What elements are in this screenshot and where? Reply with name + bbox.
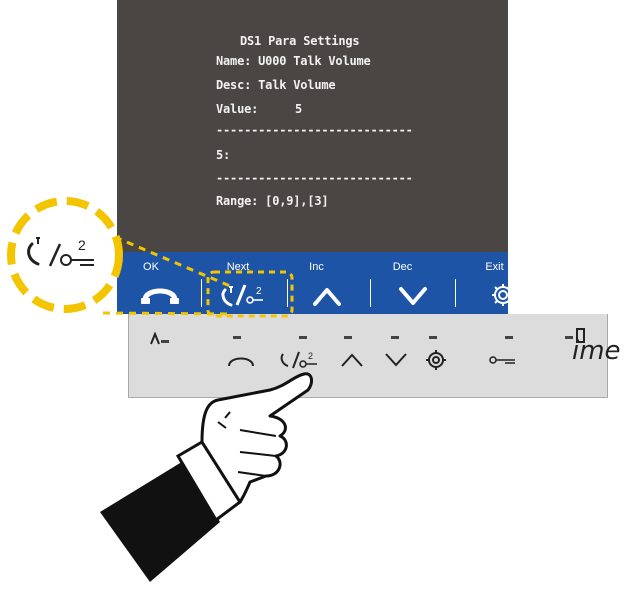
led-indicator [505,336,513,339]
lcd-name-line: Name: U000 Talk Volume [216,54,371,68]
chevron-up-icon [313,288,341,306]
lcd-separator-top: ---------------------------- [216,123,413,137]
panel-next-button[interactable]: 2 [277,346,325,372]
lcd-title: DS1 Para Settings [240,34,360,48]
signal-icon [150,332,169,345]
softkey-exit[interactable]: Exit [455,252,538,314]
lcd-range-line: Range: [0,9],[3] [216,194,329,208]
side-caption-fragment: ime [572,336,621,366]
gear-icon [492,284,514,306]
lcd-separator-bottom: ---------------------------- [216,171,413,185]
svg-text:2: 2 [308,351,313,361]
panel-key-button[interactable] [485,350,525,370]
lcd-value: 5 [295,102,303,116]
next-handset-key-icon: 2 [27,237,94,267]
led-indicator [391,336,399,339]
softkey-next-label: Next [226,261,250,273]
softkey-inc[interactable]: Inc [287,252,370,314]
led-indicator [233,336,241,339]
panel-down-button[interactable] [381,348,411,370]
lcd-screen: DS1 Para Settings Name: U000 Talk Volume… [117,0,508,252]
softkey-last[interactable]: Last [538,252,608,314]
softkey-exit-label: Exit [485,261,504,273]
panel-up-button[interactable] [337,348,367,370]
softkey-ok-label: OK [143,261,159,273]
svg-text:2: 2 [256,286,262,297]
lcd-desc-line: Desc: Talk Volume [216,78,336,92]
lcd-option-line: 5: [216,148,231,162]
led-indicator [429,336,437,339]
svg-text:2: 2 [78,237,86,253]
key-icon [557,289,586,299]
panel-handset-button[interactable] [221,350,261,372]
pointing-hand-illustration [100,372,313,582]
chevron-down-icon [399,287,427,305]
panel-gear-button[interactable] [423,347,449,373]
lcd-value-label: Value: [216,102,259,116]
softkey-dec[interactable]: Dec [370,252,455,314]
softkey-inc-label: Inc [309,261,324,273]
softkey-last-label: Last [566,261,588,273]
softkey-ok[interactable]: OK [117,252,201,314]
led-indicator [344,336,352,339]
handset-icon [141,288,179,304]
led-indicator [299,336,307,339]
softkey-bar: OK Next 2 Inc Dec Exit Last [117,252,587,314]
next-handset-key-icon: 2 [221,284,263,307]
softkey-dec-label: Dec [392,261,413,273]
